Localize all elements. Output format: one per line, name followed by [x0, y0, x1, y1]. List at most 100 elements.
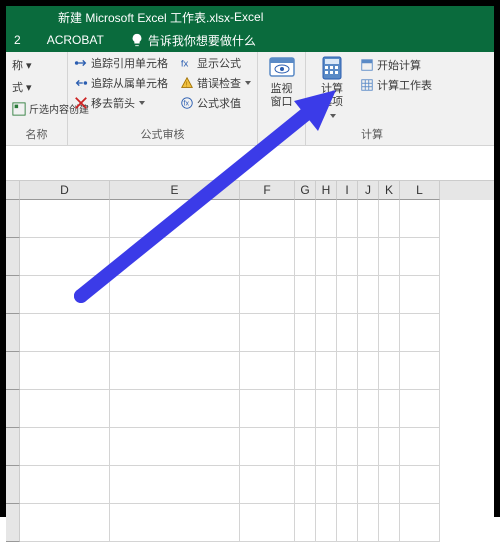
cell[interactable]: [337, 428, 358, 466]
trace-dependents-button[interactable]: 追踪从属单元格: [72, 74, 170, 92]
row-header[interactable]: [6, 504, 20, 542]
row-header[interactable]: [6, 466, 20, 504]
cell[interactable]: [379, 390, 400, 428]
cell[interactable]: [240, 238, 295, 276]
column-header-D[interactable]: D: [20, 181, 110, 200]
cell[interactable]: [20, 352, 110, 390]
cell[interactable]: [110, 200, 240, 238]
cell[interactable]: [110, 276, 240, 314]
column-header-E[interactable]: E: [110, 181, 240, 200]
cell[interactable]: [20, 390, 110, 428]
watch-window-button[interactable]: 监视窗口: [262, 54, 301, 109]
cell[interactable]: [400, 428, 440, 466]
cell[interactable]: [358, 504, 379, 542]
cell[interactable]: [110, 390, 240, 428]
calculate-now-button[interactable]: 开始计算: [358, 56, 434, 74]
cell[interactable]: [358, 200, 379, 238]
column-header-H[interactable]: H: [316, 181, 337, 200]
row-header[interactable]: [6, 314, 20, 352]
column-header-L[interactable]: L: [400, 181, 440, 200]
trace-precedents-button[interactable]: 追踪引用单元格: [72, 54, 170, 72]
cell[interactable]: [295, 276, 316, 314]
cell[interactable]: [240, 352, 295, 390]
cell[interactable]: [316, 504, 337, 542]
cell[interactable]: [20, 200, 110, 238]
cell[interactable]: [295, 428, 316, 466]
cell[interactable]: [358, 352, 379, 390]
cell[interactable]: [379, 504, 400, 542]
cell[interactable]: [240, 200, 295, 238]
cell[interactable]: [110, 238, 240, 276]
evaluate-formula-button[interactable]: fx 公式求值: [178, 94, 253, 112]
cell[interactable]: [337, 238, 358, 276]
cell[interactable]: [358, 466, 379, 504]
cell[interactable]: [358, 390, 379, 428]
column-header-I[interactable]: I: [337, 181, 358, 200]
cell[interactable]: [240, 466, 295, 504]
cell[interactable]: [316, 200, 337, 238]
tab-partial-num[interactable]: 2: [10, 31, 25, 49]
cell[interactable]: [295, 238, 316, 276]
cell[interactable]: [379, 314, 400, 352]
row-header[interactable]: [6, 238, 20, 276]
tell-me-search[interactable]: 告诉我你想要做什么: [126, 30, 260, 51]
cell[interactable]: [316, 238, 337, 276]
cell[interactable]: [20, 276, 110, 314]
cell[interactable]: [400, 200, 440, 238]
cell[interactable]: [295, 352, 316, 390]
cell[interactable]: [110, 314, 240, 352]
cell[interactable]: [20, 314, 110, 352]
row-header[interactable]: [6, 276, 20, 314]
column-header-G[interactable]: G: [295, 181, 316, 200]
show-formulas-button[interactable]: fx 显示公式: [178, 54, 253, 72]
cell[interactable]: [240, 428, 295, 466]
row-header[interactable]: [6, 200, 20, 238]
cell[interactable]: [316, 314, 337, 352]
cell[interactable]: [295, 504, 316, 542]
cell[interactable]: [316, 428, 337, 466]
calculate-sheet-button[interactable]: 计算工作表: [358, 76, 434, 94]
cell[interactable]: [400, 504, 440, 542]
cell[interactable]: [400, 390, 440, 428]
column-header-J[interactable]: J: [358, 181, 379, 200]
cell[interactable]: [110, 352, 240, 390]
cell[interactable]: [400, 466, 440, 504]
cell[interactable]: [110, 428, 240, 466]
cell[interactable]: [240, 390, 295, 428]
cell[interactable]: [337, 314, 358, 352]
error-checking-button[interactable]: ! 错误检查: [178, 74, 253, 92]
cell[interactable]: [379, 466, 400, 504]
cell[interactable]: [295, 390, 316, 428]
spreadsheet-grid[interactable]: DEFGHIJKL: [6, 180, 494, 542]
cell[interactable]: [110, 466, 240, 504]
cell[interactable]: [110, 504, 240, 542]
cell[interactable]: [295, 200, 316, 238]
row-header[interactable]: [6, 428, 20, 466]
cell[interactable]: [316, 352, 337, 390]
cell[interactable]: [337, 276, 358, 314]
cell[interactable]: [379, 276, 400, 314]
row-header[interactable]: [6, 352, 20, 390]
cell[interactable]: [337, 466, 358, 504]
cell[interactable]: [240, 504, 295, 542]
cell[interactable]: [337, 504, 358, 542]
cell[interactable]: [240, 314, 295, 352]
cell[interactable]: [20, 504, 110, 542]
row-header[interactable]: [6, 390, 20, 428]
cell[interactable]: [379, 428, 400, 466]
cell[interactable]: [316, 466, 337, 504]
cell[interactable]: [400, 352, 440, 390]
cell[interactable]: [379, 238, 400, 276]
remove-arrows-button[interactable]: 移去箭头: [72, 94, 170, 112]
calculation-options-button[interactable]: 计算选项: [310, 54, 354, 123]
tab-acrobat[interactable]: ACROBAT: [43, 31, 108, 49]
column-header-K[interactable]: K: [379, 181, 400, 200]
cell[interactable]: [358, 276, 379, 314]
cell[interactable]: [337, 390, 358, 428]
cell[interactable]: [400, 276, 440, 314]
cell[interactable]: [316, 390, 337, 428]
cell[interactable]: [400, 314, 440, 352]
cell[interactable]: [379, 352, 400, 390]
cell[interactable]: [20, 238, 110, 276]
cell[interactable]: [295, 466, 316, 504]
